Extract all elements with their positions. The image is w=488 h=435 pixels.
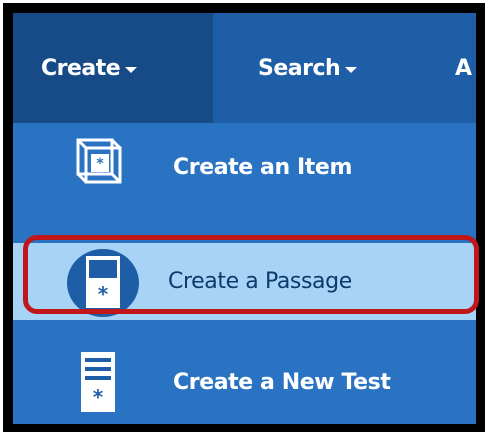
menu-item-label: Create a New Test [173, 369, 391, 395]
app-screen: Create Search A * Create an Item * Creat… [13, 13, 476, 424]
nav-tab-label: Search [258, 55, 341, 81]
cube-item-icon: * [75, 137, 123, 191]
nav-tab-truncated[interactable]: A [455, 13, 476, 123]
menu-item-label: Create an Item [173, 154, 352, 180]
test-document-icon: * [81, 352, 115, 416]
menu-item-create-test[interactable]: * Create a New Test [13, 338, 476, 424]
caret-down-icon [345, 67, 358, 73]
menu-item-create-passage[interactable]: * Create a Passage [13, 243, 476, 320]
nav-tab-label: A [455, 55, 472, 81]
menu-item-label: Create a Passage [168, 269, 352, 294]
passage-document-icon: * [65, 248, 141, 322]
svg-text:*: * [96, 156, 104, 172]
menu-item-create-item[interactable]: * Create an Item [13, 123, 476, 211]
create-dropdown-menu: * Create an Item * Create a Passage * Cr… [13, 123, 476, 424]
nav-tab-create[interactable]: Create [13, 13, 213, 123]
svg-text:*: * [93, 385, 104, 409]
top-navbar: Create Search A [13, 13, 476, 123]
nav-tab-search[interactable]: Search [213, 13, 423, 123]
caret-down-icon [125, 67, 138, 73]
nav-tab-label: Create [41, 55, 121, 81]
svg-text:*: * [98, 282, 109, 306]
